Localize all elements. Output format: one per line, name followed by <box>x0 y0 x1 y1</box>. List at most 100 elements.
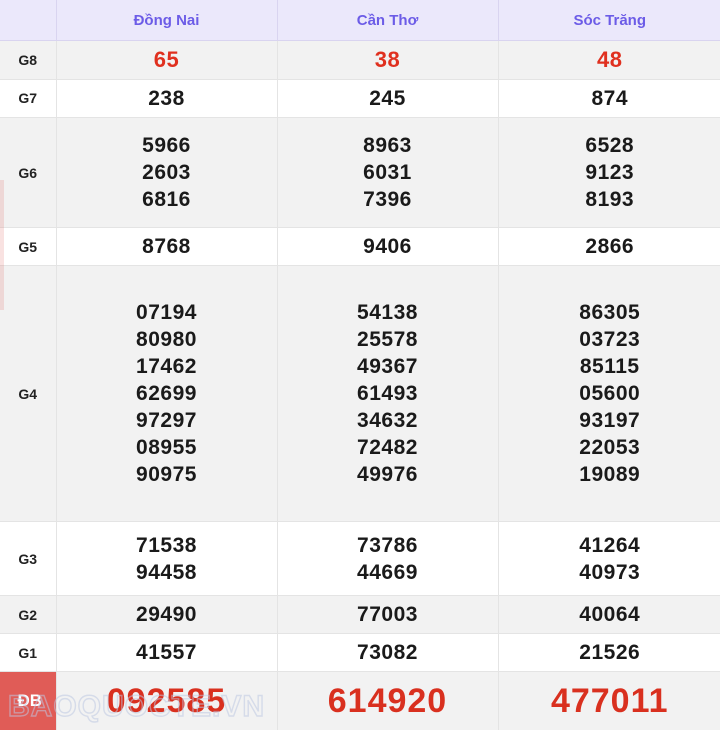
prize-number: 34632 <box>357 409 418 433</box>
prize-number: 5966 <box>142 134 191 158</box>
prize-number: 29490 <box>136 603 197 627</box>
prize-number: 9123 <box>585 161 635 185</box>
prize-number: 86305 <box>579 301 641 325</box>
prize-number: 6528 <box>585 134 635 158</box>
prize-number: 6816 <box>142 188 191 212</box>
prize-number: 62699 <box>136 382 197 406</box>
special-prize-number-cell[interactable]: 614920 <box>277 671 499 730</box>
prize-number: 90975 <box>136 463 197 487</box>
prize-number-cell[interactable]: 9406 <box>277 227 499 267</box>
table-row: G6 5966 2603 6816 8963 6031 7396 6528 9123 8193 <box>0 117 720 229</box>
corner-header-cell <box>0 0 57 41</box>
special-prize-number-cell[interactable]: 092585 <box>56 671 278 730</box>
prize-number-cell[interactable]: 41557 <box>56 633 278 672</box>
prize-row-label: G2 <box>0 595 57 635</box>
prize-row-label: G8 <box>0 40 57 81</box>
prize-number-cell[interactable]: 5966 2603 6816 <box>56 117 278 229</box>
prize-number: 48 <box>597 47 623 73</box>
prize-number-cell[interactable]: 73786 44669 <box>277 521 499 597</box>
table-row: G3 71538 94458 73786 44669 41264 40973 <box>0 521 720 597</box>
table-row: G2 29490 77003 40064 <box>0 595 720 635</box>
column-header-province-1[interactable]: Đồng Nai <box>56 0 278 41</box>
prize-number-cell[interactable]: 77003 <box>277 595 499 635</box>
prize-row-label: G7 <box>0 79 57 118</box>
prize-number: 93197 <box>579 409 641 433</box>
prize-number-cell[interactable]: 48 <box>498 40 720 81</box>
prize-number: 38 <box>374 47 401 73</box>
prize-number: 71538 <box>136 533 197 557</box>
prize-row-label: G6 <box>0 117 57 229</box>
column-header-province-3[interactable]: Sóc Trăng <box>498 0 720 41</box>
special-prize-label-cell: ĐB <box>0 671 57 730</box>
prize-number: 9406 <box>363 235 412 259</box>
prize-number-cell[interactable]: 6528 9123 8193 <box>498 117 720 229</box>
lottery-result-panel: Đồng Nai Cần Thơ Sóc Trăng G8 65 38 48 G7 238… <box>0 0 720 730</box>
prize-number: 97297 <box>136 409 197 433</box>
prize-number: 49367 <box>357 355 418 379</box>
prize-row-label: G1 <box>0 633 57 672</box>
prize-number: 238 <box>148 86 185 110</box>
table-row: G7 238 245 874 <box>0 79 720 118</box>
table-row: G5 8768 9406 2866 <box>0 227 720 267</box>
prize-number: 44669 <box>357 560 418 584</box>
prize-row-label: G4 <box>0 265 57 523</box>
header-row: Đồng Nai Cần Thơ Sóc Trăng <box>0 0 720 41</box>
prize-number-cell[interactable]: 73082 <box>277 633 499 672</box>
prize-number: 65 <box>153 47 180 73</box>
prize-row-label: G3 <box>0 521 57 597</box>
prize-number: 19089 <box>579 463 641 487</box>
special-prize-number-cell[interactable]: 477011 <box>498 671 720 730</box>
prize-row-label: G5 <box>0 227 57 267</box>
prize-number: 40973 <box>579 560 641 584</box>
prize-number: 54138 <box>357 301 418 325</box>
prize-number: 73786 <box>357 533 418 557</box>
prize-number-cell[interactable]: 245 <box>277 79 499 118</box>
prize-number: 8768 <box>142 235 191 259</box>
prize-number: 2603 <box>142 161 191 185</box>
prize-number: 245 <box>369 86 406 110</box>
prize-number-cell[interactable]: 71538 94458 <box>56 521 278 597</box>
prize-number-cell[interactable]: 41264 40973 <box>498 521 720 597</box>
prize-number: 40064 <box>579 603 641 627</box>
prize-number: 874 <box>591 86 629 110</box>
prize-number: 80980 <box>136 328 197 352</box>
prize-number: 21526 <box>579 641 641 665</box>
prize-number: 05600 <box>579 382 641 406</box>
prize-number: 22053 <box>579 436 641 460</box>
prize-number: 2866 <box>585 235 635 259</box>
prize-number-cell[interactable]: 8768 <box>56 227 278 267</box>
table-body: G8 65 38 48 G7 238 245 874 G6 5966 2603 6816 8963 603… <box>0 40 720 730</box>
prize-number-cell[interactable]: 40064 <box>498 595 720 635</box>
prize-number-cell[interactable]: 21526 <box>498 633 720 672</box>
prize-number-cell[interactable]: 65 <box>56 40 278 81</box>
special-prize-badge: ĐB <box>4 672 56 730</box>
prize-number-cell[interactable]: 874 <box>498 79 720 118</box>
prize-number: 41264 <box>579 533 641 557</box>
prize-number: 8963 <box>363 134 412 158</box>
prize-number-cell[interactable]: 238 <box>56 79 278 118</box>
lottery-results-table: Đồng Nai Cần Thơ Sóc Trăng G8 65 38 48 G7 238… <box>0 0 720 730</box>
prize-number: 49976 <box>357 463 418 487</box>
prize-number: 77003 <box>357 603 418 627</box>
prize-number: 07194 <box>136 301 197 325</box>
prize-number-cell[interactable]: 86305 03723 85115 05600 93197 22053 19089 <box>498 265 720 523</box>
prize-number: 94458 <box>136 560 197 584</box>
table-row: G8 65 38 48 <box>0 40 720 81</box>
table-row: G4 07194 80980 17462 62699 97297 08955 90975 541… <box>0 265 720 523</box>
prize-number-cell[interactable]: 8963 6031 7396 <box>277 117 499 229</box>
prize-number: 85115 <box>579 355 640 379</box>
prize-number-cell[interactable]: 07194 80980 17462 62699 97297 08955 90975 <box>56 265 278 523</box>
prize-number-cell[interactable]: 54138 25578 49367 61493 34632 72482 49976 <box>277 265 499 523</box>
table-row: G1 41557 73082 21526 <box>0 633 720 672</box>
prize-number: 61493 <box>357 382 418 406</box>
prize-number: 03723 <box>579 328 641 352</box>
prize-number: 7396 <box>363 188 412 212</box>
prize-number: 17462 <box>136 355 197 379</box>
special-prize-row: ĐB 092585 614920 477011 <box>0 671 720 730</box>
prize-number-cell[interactable]: 29490 <box>56 595 278 635</box>
column-header-province-2[interactable]: Cần Thơ <box>277 0 499 41</box>
prize-number-cell[interactable]: 38 <box>277 40 499 81</box>
prize-number: 6031 <box>363 161 412 185</box>
prize-number: 25578 <box>357 328 418 352</box>
prize-number-cell[interactable]: 2866 <box>498 227 720 267</box>
